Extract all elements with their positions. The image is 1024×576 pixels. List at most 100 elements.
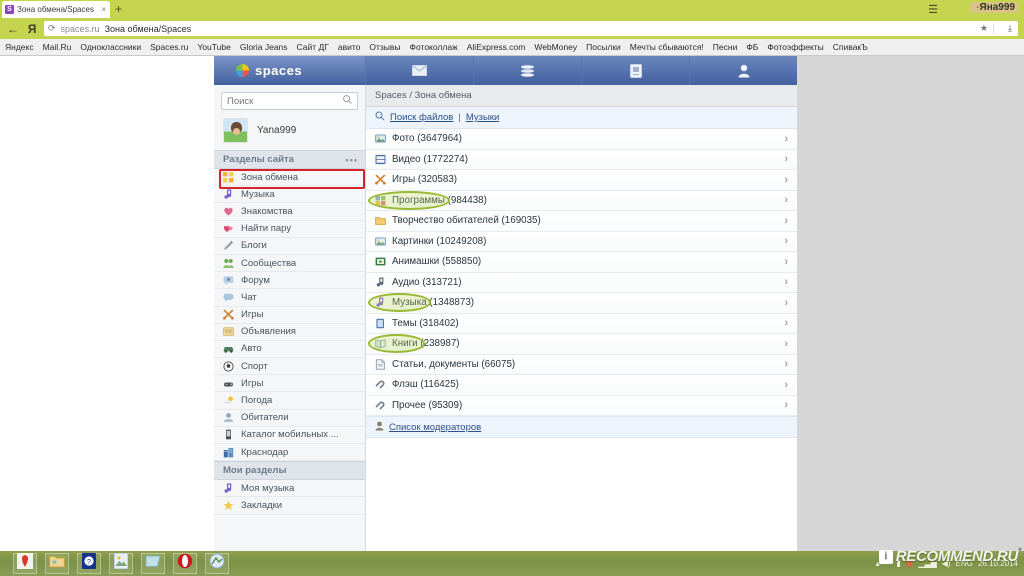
account-button[interactable]: -Яна999 — [970, 2, 1018, 13]
category-row[interactable]: Флэш (116425) › — [366, 375, 797, 396]
category-row[interactable]: Музыка (1348873) › — [366, 293, 797, 314]
sidebar-item-1[interactable]: Зона обмена — [214, 169, 365, 187]
bookmark-item[interactable]: YouTube — [197, 42, 230, 52]
chevron-right-icon[interactable]: › — [784, 174, 788, 186]
category-row[interactable]: Статьи, документы (66075) › — [366, 354, 797, 375]
more-icon[interactable]: ••• — [346, 155, 358, 165]
bookmark-item[interactable]: Сайт ДГ — [297, 42, 329, 52]
category-row[interactable]: Темы (318402) › — [366, 313, 797, 334]
taskbar-button-file-explorer[interactable] — [45, 553, 69, 574]
bookmark-item[interactable]: Gloria Jeans — [240, 42, 288, 52]
taskbar-button-photo-viewer[interactable] — [109, 552, 133, 574]
bookmark-star-icon[interactable]: ★ — [980, 23, 988, 34]
bookmark-item[interactable]: Мечты сбываются! — [630, 42, 704, 52]
nav-button-mail[interactable] — [366, 56, 474, 85]
moderators-link[interactable]: Список модераторов — [389, 422, 481, 433]
taskbar-button-paint[interactable] — [205, 553, 229, 574]
chevron-right-icon[interactable]: › — [784, 256, 788, 268]
sidebar-user[interactable]: Yana999 — [214, 115, 365, 150]
bookmark-item[interactable]: Песни — [713, 42, 738, 52]
search-icon[interactable] — [343, 95, 352, 107]
chevron-right-icon[interactable]: › — [784, 379, 788, 391]
yandex-icon[interactable]: Я — [26, 22, 38, 36]
category-row[interactable]: Видео (1772274) › — [366, 149, 797, 170]
avatar[interactable] — [223, 118, 248, 143]
new-tab-button[interactable]: + — [115, 2, 122, 16]
sidebar-item-7[interactable]: Форум — [214, 272, 365, 290]
nav-button-notes[interactable] — [582, 56, 690, 85]
nav-button-profile[interactable] — [690, 56, 797, 85]
sidebar-item-17[interactable]: Краснодар — [214, 444, 365, 462]
sidebar-item-4[interactable]: Найти пару — [214, 221, 365, 238]
chevron-right-icon[interactable]: › — [784, 235, 788, 247]
category-row[interactable]: Книги (238987) › — [366, 334, 797, 355]
sidebar-item-2[interactable]: Музыка — [214, 186, 365, 204]
bookmark-item[interactable]: Посылки — [586, 42, 621, 52]
back-arrow-icon[interactable]: ← — [6, 22, 20, 36]
bookmark-item[interactable]: Яндекс — [5, 42, 34, 52]
taskbar-button-help[interactable]: ? — [77, 553, 101, 574]
sidebar-item-8[interactable]: Чат — [214, 289, 365, 307]
sidebar-item-16[interactable]: Каталог мобильных ... — [214, 427, 365, 444]
sidebar-item-12[interactable]: Спорт — [214, 358, 365, 376]
chevron-right-icon[interactable]: › — [784, 399, 788, 411]
search-music-link[interactable]: Музыки — [466, 112, 499, 123]
chevron-right-icon[interactable]: › — [784, 297, 788, 309]
chevron-right-icon[interactable]: › — [784, 317, 788, 329]
browser-tab[interactable]: S Зона обмена/Spaces × — [2, 1, 110, 18]
chevron-right-icon[interactable]: › — [784, 358, 788, 370]
taskbar-button-opera[interactable] — [173, 553, 197, 574]
chevron-right-icon[interactable]: › — [784, 133, 788, 145]
bookmark-item[interactable]: СпивакЪ — [833, 42, 868, 52]
bookmark-item[interactable]: WebMoney — [534, 42, 577, 52]
bookmark-item[interactable]: Фотоэффекты — [767, 42, 823, 52]
bookmark-item[interactable]: Mail.Ru — [43, 42, 72, 52]
sidebar-item-6[interactable]: Сообщества — [214, 255, 365, 273]
chevron-right-icon[interactable]: › — [784, 215, 788, 227]
taskbar-button-notepad[interactable] — [141, 553, 165, 574]
sidebar-item-11[interactable]: Авто — [214, 341, 365, 359]
taskbar-button-yandex-browser[interactable] — [13, 553, 37, 574]
address-bar[interactable]: ⟳ spaces.ru Зона обмена/Spaces ★ ⤓ — [44, 21, 1018, 36]
nav-button-feed[interactable] — [474, 56, 582, 85]
sidebar-item-5[interactable]: Блоги — [214, 238, 365, 255]
chevron-right-icon[interactable]: › — [784, 194, 788, 206]
bookmark-item[interactable]: авито — [338, 42, 361, 52]
app-logo[interactable]: spaces — [214, 56, 366, 85]
sidebar-item-9[interactable]: Игры — [214, 307, 365, 324]
sidebar-item-3[interactable]: Знакомства — [214, 203, 365, 221]
bookmark-item[interactable]: Отзывы — [369, 42, 400, 52]
close-icon[interactable]: × — [101, 5, 107, 14]
hamburger-menu-icon[interactable]: ☰ — [928, 3, 938, 16]
sidebar-my-item-1[interactable]: Моя музыка — [214, 480, 365, 498]
category-row[interactable]: Игры (320583) › — [366, 170, 797, 191]
search-box[interactable] — [221, 92, 358, 110]
scrollbar-arrow-icon[interactable]: ▾ — [1018, 545, 1022, 554]
bookmark-item[interactable]: Фотоколлаж — [410, 42, 458, 52]
sidebar-item-10[interactable]: Объявления — [214, 324, 365, 341]
category-row[interactable]: Программы (984438) › — [366, 190, 797, 211]
bookmark-item[interactable]: AliExpress.com — [467, 42, 526, 52]
bookmark-item[interactable]: ФБ — [746, 42, 758, 52]
chevron-right-icon[interactable]: › — [784, 338, 788, 350]
reload-icon[interactable]: ⟳ — [48, 23, 56, 34]
chevron-right-icon[interactable]: › — [784, 276, 788, 288]
category-row[interactable]: Анимашки (558850) › — [366, 252, 797, 273]
sidebar-item-label: Краснодар — [241, 446, 289, 458]
bookmark-item[interactable]: Spaces.ru — [150, 42, 188, 52]
search-input[interactable] — [227, 95, 352, 107]
sidebar-item-13[interactable]: Игры — [214, 375, 365, 393]
category-row[interactable]: Прочее (95309) › — [366, 395, 797, 416]
chevron-right-icon[interactable]: › — [784, 153, 788, 165]
search-files-link[interactable]: Поиск файлов — [390, 112, 453, 123]
bookmark-item[interactable]: Одноклассники — [80, 42, 141, 52]
category-row[interactable]: Фото (3647964) › — [366, 129, 797, 150]
sidebar-item-14[interactable]: Погода — [214, 392, 365, 410]
sidebar-item-15[interactable]: Обитатели — [214, 410, 365, 427]
category-row[interactable]: Аудио (313721) › — [366, 272, 797, 293]
download-icon[interactable]: ⤓ — [1008, 23, 1012, 34]
category-row[interactable]: Картинки (10249208) › — [366, 231, 797, 252]
category-row[interactable]: Творчество обитателей (169035) › — [366, 211, 797, 232]
sidebar-my-item-2[interactable]: Закладки — [214, 497, 365, 515]
music-icon — [223, 483, 234, 494]
